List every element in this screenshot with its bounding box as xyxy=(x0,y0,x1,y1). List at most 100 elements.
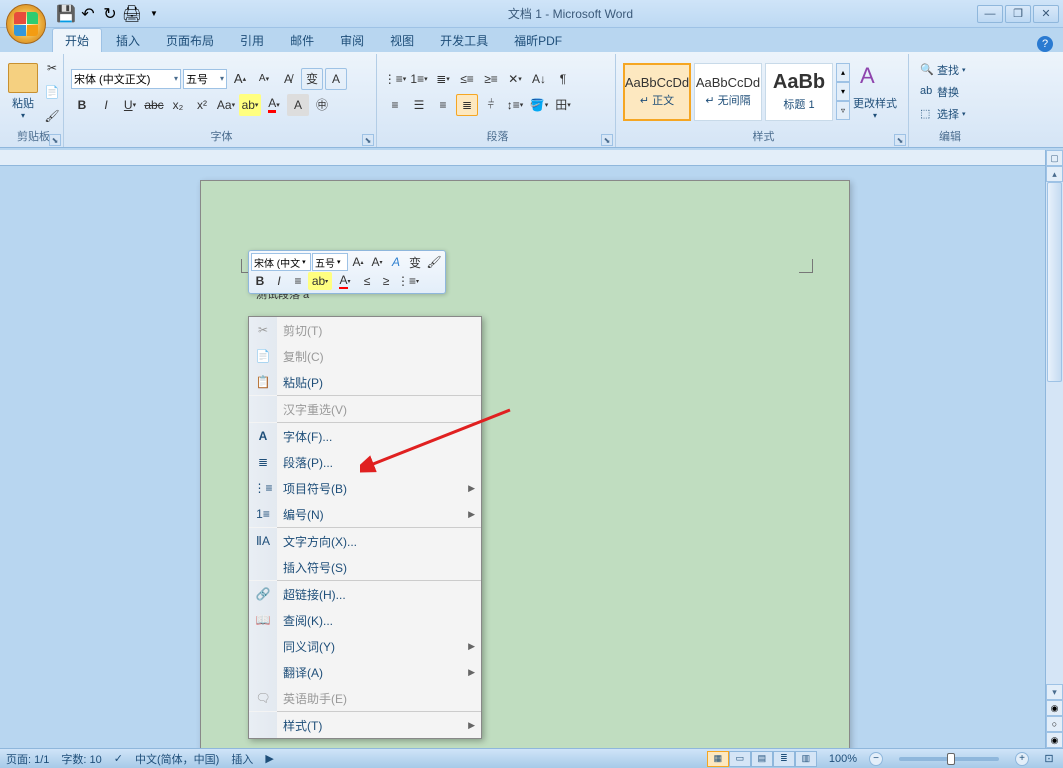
distribute-icon[interactable]: ⫩ xyxy=(480,94,502,116)
minimize-button[interactable]: — xyxy=(977,5,1003,23)
paragraph-launcher[interactable]: ⬊ xyxy=(601,134,613,146)
grow-font-icon[interactable]: A▴ xyxy=(229,68,251,90)
cut-icon[interactable]: ✂ xyxy=(41,57,63,79)
help-icon[interactable]: ? xyxy=(1037,36,1053,52)
multilevel-icon[interactable]: ≣▾ xyxy=(432,68,454,90)
strikethrough-icon[interactable]: abc xyxy=(143,94,165,116)
maximize-button[interactable]: ❐ xyxy=(1005,5,1031,23)
copy-icon[interactable]: 📄 xyxy=(41,81,63,103)
style-normal[interactable]: AaBbCcDd ↵ 正文 xyxy=(623,63,691,121)
asian-layout-icon[interactable]: ✕▾ xyxy=(504,68,526,90)
zoom-in-button[interactable]: + xyxy=(1015,752,1029,766)
redo-icon[interactable]: ↻ xyxy=(100,4,120,24)
menu-copy[interactable]: 📄复制(C) xyxy=(249,343,481,369)
mini-font-color-icon[interactable]: A▾ xyxy=(333,272,357,290)
menu-english-assistant[interactable]: 🗨英语助手(E) xyxy=(249,685,481,711)
find-button[interactable]: 🔍查找▾ xyxy=(916,60,970,80)
ruler-toggle-icon[interactable]: ▢ xyxy=(1046,150,1063,166)
font-color-icon[interactable]: A▾ xyxy=(263,94,285,116)
zoom-thumb[interactable] xyxy=(947,753,955,765)
align-right-icon[interactable]: ≡ xyxy=(432,94,454,116)
font-size-combo[interactable]: 五号▾ xyxy=(183,69,227,89)
zoom-slider[interactable] xyxy=(899,757,999,761)
mini-decrease-indent-icon[interactable]: ≤ xyxy=(358,272,376,290)
chevron-up-icon[interactable]: ▴ xyxy=(836,63,850,82)
chevron-down-icon[interactable]: ▾ xyxy=(836,82,850,101)
undo-icon[interactable]: ↶ xyxy=(78,4,98,24)
scroll-up-icon[interactable]: ▴ xyxy=(1046,166,1063,182)
menu-translate[interactable]: 翻译(A)▶ xyxy=(249,659,481,685)
menu-paste[interactable]: 📋粘贴(P) xyxy=(249,369,481,395)
change-case-icon[interactable]: Aa▾ xyxy=(215,94,237,116)
char-border-icon[interactable]: A xyxy=(325,68,347,90)
view-outline[interactable]: ≣ xyxy=(773,751,795,767)
char-shading-icon[interactable]: A xyxy=(287,94,309,116)
mini-styles-icon[interactable]: A xyxy=(387,253,405,271)
tab-developer[interactable]: 开发工具 xyxy=(428,29,500,52)
menu-paragraph[interactable]: ≣段落(P)... xyxy=(249,449,481,475)
clipboard-launcher[interactable]: ⬊ xyxy=(49,134,61,146)
zoom-fit-icon[interactable]: ⊡ xyxy=(1041,752,1057,765)
menu-synonyms[interactable]: 同义词(Y)▶ xyxy=(249,633,481,659)
subscript-icon[interactable]: x₂ xyxy=(167,94,189,116)
tab-view[interactable]: 视图 xyxy=(378,29,426,52)
tab-references[interactable]: 引用 xyxy=(228,29,276,52)
tab-foxit-pdf[interactable]: 福昕PDF xyxy=(502,29,574,52)
enclose-char-icon[interactable]: ㊥ xyxy=(311,94,333,116)
mini-phonetic-icon[interactable]: 变 xyxy=(406,253,424,271)
menu-text-direction[interactable]: ⅡA文字方向(X)... xyxy=(249,528,481,554)
increase-indent-icon[interactable]: ≥≡ xyxy=(480,68,502,90)
select-button[interactable]: ⬚选择▾ xyxy=(916,104,970,124)
style-no-spacing[interactable]: AaBbCcDd ↵ 无间隔 xyxy=(694,63,762,121)
mini-shrink-font-icon[interactable]: A▾ xyxy=(368,253,386,271)
mini-bold-icon[interactable]: B xyxy=(251,272,269,290)
close-button[interactable]: ✕ xyxy=(1033,5,1059,23)
mini-grow-font-icon[interactable]: A▴ xyxy=(349,253,367,271)
menu-lookup[interactable]: 📖查阅(K)... xyxy=(249,607,481,633)
mini-center-icon[interactable]: ≡ xyxy=(289,272,307,290)
phonetic-icon[interactable]: 变 xyxy=(301,68,323,90)
menu-reconvert[interactable]: 汉字重选(V) xyxy=(249,396,481,422)
numbering-icon[interactable]: 1≡▾ xyxy=(408,68,430,90)
menu-hyperlink[interactable]: 🔗超链接(H)... xyxy=(249,581,481,607)
horizontal-ruler[interactable] xyxy=(0,150,1045,166)
decrease-indent-icon[interactable]: ≤≡ xyxy=(456,68,478,90)
expand-gallery-icon[interactable]: ▿ xyxy=(836,101,850,120)
status-macro-icon[interactable]: ▶ xyxy=(265,752,273,765)
shrink-font-icon[interactable]: A▾ xyxy=(253,68,275,90)
style-heading-1[interactable]: AaBb 标题 1 xyxy=(765,63,833,121)
menu-numbering[interactable]: 1≡编号(N)▶ xyxy=(249,501,481,527)
change-styles-button[interactable]: A 更改样式 ▾ xyxy=(853,58,897,126)
show-marks-icon[interactable]: ¶ xyxy=(552,68,574,90)
sort-icon[interactable]: A↓ xyxy=(528,68,550,90)
zoom-level[interactable]: 100% xyxy=(829,753,857,765)
styles-launcher[interactable]: ⬊ xyxy=(894,134,906,146)
qat-dropdown-icon[interactable]: ▼ xyxy=(144,4,164,24)
save-icon[interactable]: 💾 xyxy=(56,4,76,24)
mini-size-combo[interactable]: 五号▾ xyxy=(312,253,348,271)
mini-font-combo[interactable]: 宋体 (中文▾ xyxy=(251,253,311,271)
browse-object-icon[interactable]: ○ xyxy=(1046,716,1063,732)
format-painter-icon[interactable]: 🖌 xyxy=(41,105,63,127)
font-launcher[interactable]: ⬊ xyxy=(362,134,374,146)
menu-bullets[interactable]: ⋮≡项目符号(B)▶ xyxy=(249,475,481,501)
status-page[interactable]: 页面: 1/1 xyxy=(6,751,49,767)
style-gallery-scroll[interactable]: ▴ ▾ ▿ xyxy=(836,63,850,120)
superscript-icon[interactable]: x² xyxy=(191,94,213,116)
justify-icon[interactable]: ≣ xyxy=(456,94,478,116)
borders-icon[interactable]: 田▾ xyxy=(552,94,574,116)
mini-italic-icon[interactable]: I xyxy=(270,272,288,290)
paste-button[interactable]: 粘贴 ▾ xyxy=(8,58,38,126)
replace-button[interactable]: ab替换 xyxy=(916,82,970,102)
menu-font[interactable]: A字体(F)... xyxy=(249,423,481,449)
italic-icon[interactable]: I xyxy=(95,94,117,116)
align-left-icon[interactable]: ≡ xyxy=(384,94,406,116)
mini-format-painter-icon[interactable]: 🖌 xyxy=(425,253,443,271)
shading-icon[interactable]: 🪣▾ xyxy=(528,94,550,116)
menu-styles[interactable]: 样式(T)▶ xyxy=(249,712,481,738)
menu-cut[interactable]: ✂剪切(T) xyxy=(249,317,481,343)
document-area[interactable]: 测试段落 a xyxy=(0,150,1045,748)
underline-icon[interactable]: U▾ xyxy=(119,94,141,116)
view-draft[interactable]: ▥ xyxy=(795,751,817,767)
align-center-icon[interactable]: ☰ xyxy=(408,94,430,116)
